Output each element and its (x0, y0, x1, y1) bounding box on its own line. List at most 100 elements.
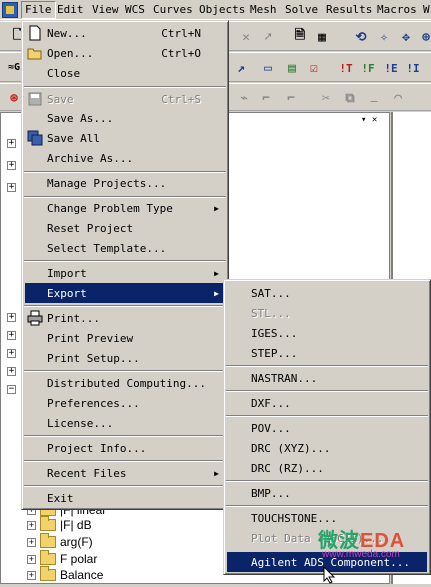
export-item-nastran[interactable]: NASTRAN... (227, 368, 427, 388)
blend-icon[interactable]: ◠ (390, 90, 406, 106)
arrow-icon[interactable]: ↗ (233, 60, 249, 76)
export-item-dxf[interactable]: DXF... (227, 393, 427, 413)
menu-item-archive-as[interactable]: Archive As... (25, 148, 225, 168)
tree-expander[interactable]: + (7, 183, 16, 192)
tree-expander[interactable]: − (7, 385, 16, 394)
tree-pane-controls[interactable]: ▾ ✕ (361, 115, 389, 127)
export-item-drc-rz[interactable]: DRC (RZ)... (227, 458, 427, 478)
brush-icon[interactable]: ⌁ (236, 90, 252, 106)
menu-item-license[interactable]: License... (25, 413, 225, 433)
target-icon[interactable]: ⊛ (6, 90, 22, 106)
menu-separator (226, 365, 428, 367)
checklist-icon[interactable]: ☑ (306, 60, 322, 76)
corner-icon[interactable]: ⌐ (258, 90, 274, 106)
menu-macros[interactable]: Macros (377, 3, 417, 16)
menu-item-save-as[interactable]: Save As... (25, 108, 225, 128)
delete-icon[interactable]: ✕ (238, 29, 254, 45)
monitor-icon[interactable]: ▭ (260, 60, 276, 76)
export-item-stl[interactable]: STL... (227, 303, 427, 323)
tree-expander[interactable]: + (7, 331, 16, 340)
tree-expander[interactable]: + (7, 139, 16, 148)
menu-item-manage-projects[interactable]: Manage Projects... (25, 173, 225, 193)
menu-item-label: STEP... (251, 346, 298, 360)
menu-view[interactable]: View (92, 3, 119, 16)
tree-expander[interactable]: + (7, 313, 16, 322)
menu-item-preferences[interactable]: Preferences... (25, 393, 225, 413)
menu-objects[interactable]: Objects (199, 3, 245, 16)
solver-e-icon[interactable]: !E (383, 60, 399, 76)
menu-item-print-setup[interactable]: Print Setup... (25, 348, 225, 368)
tree-expander[interactable]: + (7, 161, 16, 170)
tree-item[interactable]: + F polar (27, 550, 97, 567)
menu-item-new[interactable]: New... Ctrl+N (25, 23, 225, 43)
tree-item[interactable]: + |F| dB (27, 516, 92, 533)
menu-item-export[interactable]: Export ▶ (25, 283, 225, 303)
menu-item-project-info[interactable]: Project Info... (25, 438, 225, 458)
menu-item-distributed-computing[interactable]: Distributed Computing... (25, 373, 225, 393)
export-item-step[interactable]: STEP... (227, 343, 427, 363)
export-item-iges[interactable]: IGES... (227, 323, 427, 343)
save-all-icon (27, 130, 43, 146)
menu-item-recent-files[interactable]: Recent Files ▶ (25, 463, 225, 483)
menu-item-label: NASTRAN... (251, 371, 318, 385)
split-icon[interactable]: ⧉ (342, 90, 358, 106)
menu-item-label: Save As... (47, 111, 114, 125)
menu-item-select-template[interactable]: Select Template... (25, 238, 225, 258)
table-icon[interactable]: ▦ (314, 29, 330, 45)
solver-i-icon[interactable]: !I (405, 60, 421, 76)
printer-icon (27, 310, 43, 326)
pan-icon[interactable]: ✥ (398, 29, 414, 45)
spin-icon[interactable]: ✧ (376, 29, 392, 45)
menu-item-save[interactable]: Save Ctrl+S (25, 89, 225, 109)
export-item-drc-xyz[interactable]: DRC (XYZ)... (227, 438, 427, 458)
tree-expander[interactable]: + (7, 349, 16, 358)
tree-expander[interactable]: + (27, 537, 36, 547)
menu-file[interactable]: File (21, 1, 56, 19)
tree-expander[interactable]: + (7, 367, 16, 376)
menu-solve[interactable]: Solve (285, 3, 318, 16)
menu-item-print[interactable]: Print... (25, 308, 225, 328)
wcs-icon[interactable]: ≈G (6, 59, 22, 75)
rotate-view-icon[interactable]: ⟲ (353, 29, 369, 45)
menu-mesh[interactable]: Mesh (250, 3, 277, 16)
menu-item-change-problem-type[interactable]: Change Problem Type ▶ (25, 198, 225, 218)
menu-item-close[interactable]: Close (25, 63, 225, 83)
menu-curves[interactable]: Curves (153, 3, 193, 16)
menu-item-label: Select Template... (47, 241, 167, 255)
cut-icon[interactable]: ✂ (318, 90, 334, 106)
export-item-pov[interactable]: POV... (227, 418, 427, 438)
pick-icon[interactable]: ➚ (260, 29, 276, 45)
menu-item-import[interactable]: Import ▶ (25, 263, 225, 283)
app-icon[interactable] (2, 2, 18, 18)
export-item-bmp[interactable]: BMP... (227, 483, 427, 503)
menu-wcs[interactable]: WCS (125, 3, 145, 16)
menu-results[interactable]: Results (326, 3, 372, 16)
menu-window[interactable]: W (423, 3, 430, 16)
bend-icon[interactable]: ⌐ (283, 90, 299, 106)
menu-item-open[interactable]: Open... Ctrl+O (25, 43, 225, 63)
menu-edit[interactable]: Edit (57, 3, 84, 16)
export-item-sat[interactable]: SAT... (227, 283, 427, 303)
zoom-icon[interactable]: ⊕ (418, 29, 431, 45)
tree-expander[interactable]: + (27, 520, 36, 530)
menu-item-label: DXF... (251, 396, 291, 410)
menu-item-label: Print Setup... (47, 351, 140, 365)
menu-item-print-preview[interactable]: Print Preview (25, 328, 225, 348)
file-menu: New... Ctrl+N Open... Ctrl+O Close Save … (21, 20, 229, 510)
solver-t-icon[interactable]: !T (338, 60, 354, 76)
page-icon[interactable]: 🗎 (292, 28, 308, 45)
new-file-icon (27, 25, 43, 41)
tree-item[interactable]: + Balance (27, 566, 103, 583)
menu-item-save-all[interactable]: Save All (25, 128, 225, 148)
menu-separator (24, 485, 226, 487)
menu-separator (226, 415, 428, 417)
tree-expander[interactable]: + (27, 570, 36, 580)
wire-icon[interactable]: ⚊ (366, 90, 382, 106)
menu-item-reset-project[interactable]: Reset Project (25, 218, 225, 238)
tree-expander[interactable]: + (27, 554, 36, 564)
tree-item[interactable]: + arg(F) (27, 533, 93, 550)
menu-item-label: License... (47, 416, 114, 430)
menu-item-exit[interactable]: Exit (25, 488, 225, 508)
solver-f-icon[interactable]: !F (360, 60, 376, 76)
graph-icon[interactable]: ▤ (284, 60, 300, 76)
